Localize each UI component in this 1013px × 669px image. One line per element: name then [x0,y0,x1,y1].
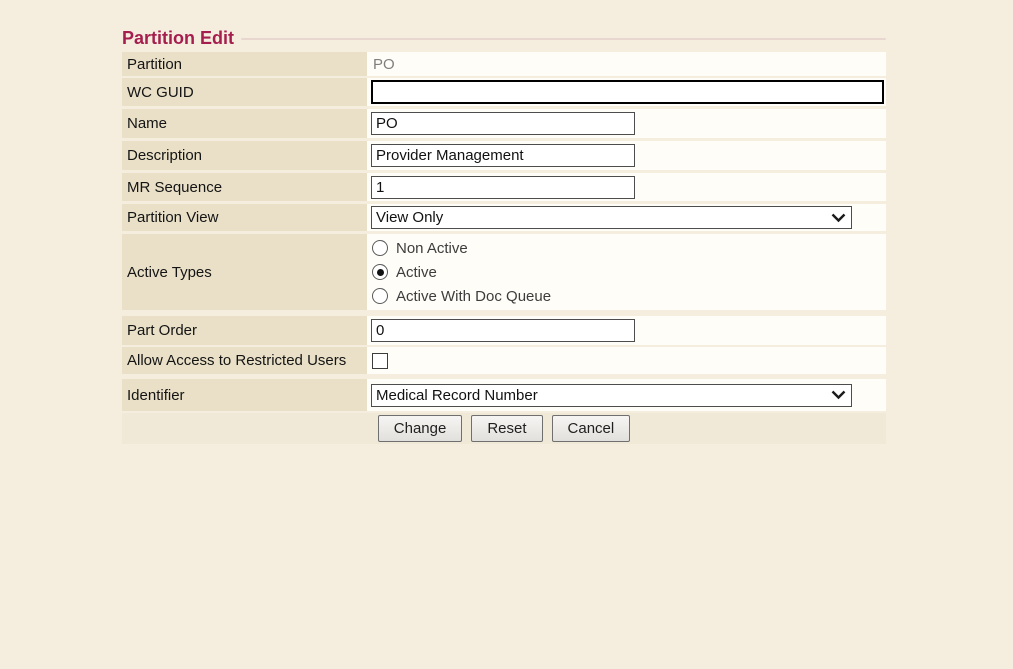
chevron-down-icon [831,213,846,223]
allow-access-label: Allow Access to Restricted Users [122,347,367,374]
radio-icon[interactable] [372,240,388,256]
part-order-label: Part Order [122,316,367,345]
partition-value: PO [371,56,395,73]
identifier-label: Identifier [122,379,367,411]
active-types-label: Active Types [122,234,367,310]
field-row-mr-sequence: MR Sequence [122,173,886,201]
partition-view-select[interactable]: View Only [371,206,852,229]
radio-option-non-active[interactable]: Non Active [372,240,551,257]
name-input[interactable] [371,112,635,135]
radio-option-active-with-doc-queue[interactable]: Active With Doc Queue [372,288,551,305]
field-row-partition-view: Partition View View Only [122,204,886,231]
mr-sequence-label: MR Sequence [122,173,367,201]
field-row-allow-access: Allow Access to Restricted Users [122,347,886,374]
field-row-active-types: Active Types Non Active Active Active Wi… [122,234,886,310]
cancel-button[interactable]: Cancel [552,415,631,442]
change-button[interactable]: Change [378,415,463,442]
radio-option-label: Active With Doc Queue [396,288,551,305]
name-label: Name [122,109,367,138]
description-input[interactable] [371,144,635,167]
partition-view-selected-value: View Only [376,209,443,226]
wc-guid-label: WC GUID [122,78,367,106]
identifier-select[interactable]: Medical Record Number [371,384,852,407]
radio-option-label: Active [396,264,437,281]
field-row-name: Name [122,109,886,138]
field-row-part-order: Part Order [122,316,886,345]
wc-guid-input[interactable] [371,80,884,104]
form-actions-row: Change Reset Cancel [122,413,886,444]
allow-access-checkbox[interactable] [372,353,388,369]
page-title: Partition Edit [122,28,234,49]
part-order-input[interactable] [371,319,635,342]
partition-label: Partition [122,52,367,76]
radio-option-label: Non Active [396,240,468,257]
title-rule [241,38,886,40]
active-types-radio-group: Non Active Active Active With Doc Queue [371,240,551,305]
radio-icon[interactable] [372,288,388,304]
description-label: Description [122,141,367,170]
radio-option-active[interactable]: Active [372,264,551,281]
radio-icon-selected[interactable] [372,264,388,280]
field-row-description: Description [122,141,886,170]
title-row: Partition Edit [122,27,886,49]
partition-view-label: Partition View [122,204,367,231]
identifier-selected-value: Medical Record Number [376,387,538,404]
chevron-down-icon [831,390,846,400]
field-row-wc-guid: WC GUID [122,78,886,106]
mr-sequence-input[interactable] [371,176,635,199]
reset-button[interactable]: Reset [471,415,542,442]
field-row-identifier: Identifier Medical Record Number [122,379,886,411]
field-row-partition: Partition PO [122,52,886,76]
partition-edit-form: Partition Edit Partition PO WC GUID Name… [122,27,886,444]
